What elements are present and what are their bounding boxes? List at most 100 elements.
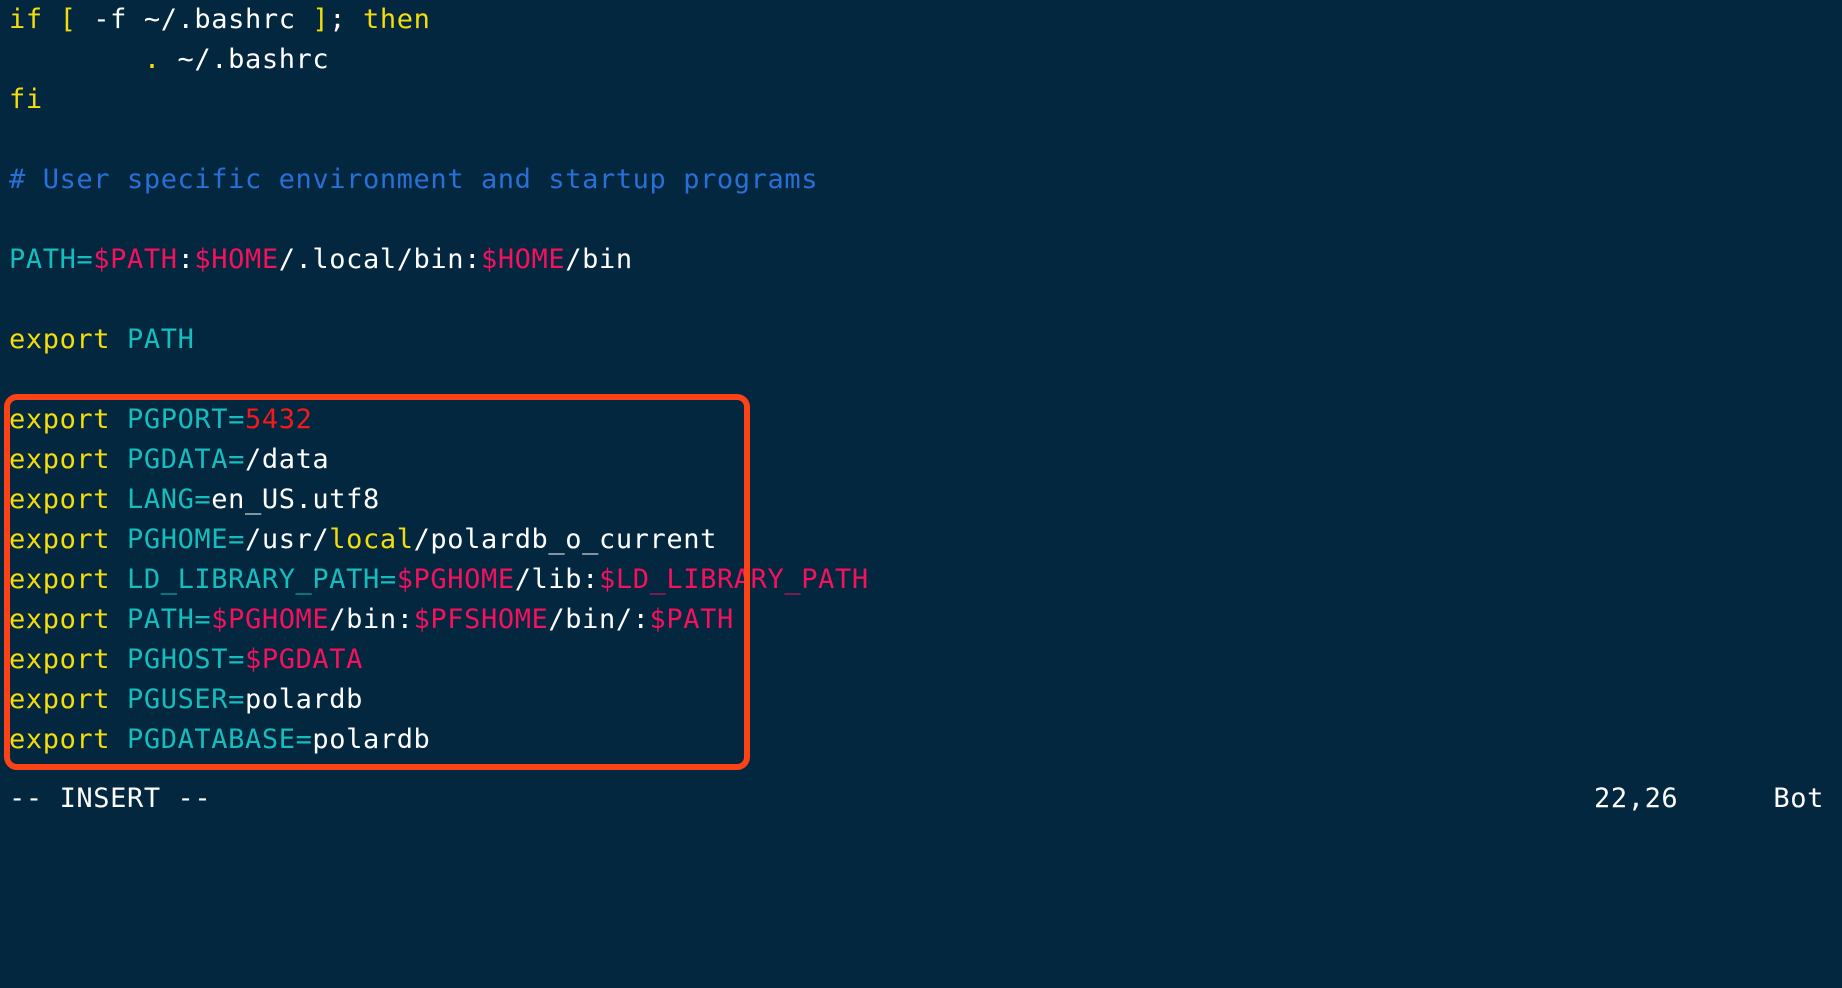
code-token: en_US.utf8 <box>211 484 380 515</box>
code-token: fi <box>9 84 43 115</box>
code-token: $PATH <box>93 244 178 275</box>
code-token: : <box>177 244 195 275</box>
line-export-path: export PATH <box>0 320 1842 360</box>
code-token: local <box>329 524 414 555</box>
code-token: export <box>9 644 111 675</box>
line-export-pgdatabase: export PGDATABASE=polardb <box>0 720 1842 760</box>
code-token: PGDATA <box>127 444 229 475</box>
line-blank-2 <box>0 200 1842 240</box>
code-token: $PGDATA <box>245 644 363 675</box>
code-token: export <box>9 724 111 755</box>
vim-text-buffer[interactable]: if [ -f ~/.bashrc ]; then . ~/.bashrc fi … <box>0 0 1842 760</box>
line-source-bashrc: . ~/.bashrc <box>0 40 1842 80</box>
code-token: /polardb_o_current <box>413 524 717 555</box>
code-token: polardb <box>245 684 363 715</box>
line-export-pghome: export PGHOME=/usr/local/polardb_o_curre… <box>0 520 1842 560</box>
code-token: export <box>9 444 111 475</box>
code-token: export <box>9 484 111 515</box>
code-token: /usr/ <box>245 524 330 555</box>
code-token: PATH <box>9 244 77 275</box>
code-token: . <box>143 44 161 75</box>
code-token: ~/.bashrc <box>160 44 330 75</box>
code-token: PATH <box>127 324 195 355</box>
line-path-assign: PATH=$PATH:$HOME/.local/bin:$HOME/bin <box>0 240 1842 280</box>
line-export-pgdata: export PGDATA=/data <box>0 440 1842 480</box>
code-token: export <box>9 604 111 635</box>
code-token: export <box>9 684 111 715</box>
code-token: $HOME <box>194 244 279 275</box>
code-token: export <box>9 524 111 555</box>
code-token: 5432 <box>245 404 313 435</box>
code-token: = <box>194 484 212 515</box>
line-export-path-pg: export PATH=$PGHOME/bin:$PFSHOME/bin/:$P… <box>0 600 1842 640</box>
line-fi: fi <box>0 80 1842 120</box>
code-token: PGPORT <box>127 404 229 435</box>
code-token: then <box>363 4 431 35</box>
code-token: PGDATABASE <box>127 724 296 755</box>
line-export-pguser: export PGUSER=polardb <box>0 680 1842 720</box>
code-token: PATH <box>127 604 195 635</box>
code-token: = <box>76 244 94 275</box>
code-token: export <box>9 564 111 595</box>
line-export-ld-library-path: export LD_LIBRARY_PATH=$PGHOME/lib:$LD_L… <box>0 560 1842 600</box>
status-scroll-indicator: Bot <box>1773 783 1824 814</box>
code-token: export <box>9 324 111 355</box>
code-token: /bin/: <box>548 604 650 635</box>
status-cursor-position: 22,26 <box>1594 783 1679 814</box>
code-token: = <box>379 564 397 595</box>
status-mode-indicator: -- INSERT -- <box>9 783 212 814</box>
code-token: PGHOST <box>127 644 229 675</box>
line-export-pgport: export PGPORT=5432 <box>0 400 1842 440</box>
line-blank-3 <box>0 280 1842 320</box>
code-token: $PGHOME <box>396 564 515 595</box>
code-token: $LD_LIBRARY_PATH <box>598 564 869 595</box>
code-token: PGHOME <box>127 524 229 555</box>
line-blank-4 <box>0 360 1842 400</box>
code-token: ; <box>329 4 363 35</box>
line-if-bashrc: if [ -f ~/.bashrc ]; then <box>0 0 1842 40</box>
code-token: $PGHOME <box>211 604 330 635</box>
terminal-window: if [ -f ~/.bashrc ]; then . ~/.bashrc fi … <box>0 0 1842 820</box>
code-token: /bin: <box>329 604 414 635</box>
code-token: # User specific environment and startup … <box>9 164 819 195</box>
code-token: = <box>228 404 245 435</box>
code-token: polardb <box>312 724 431 755</box>
code-token: = <box>194 604 212 635</box>
code-token: [ <box>59 4 94 35</box>
code-token: = <box>228 444 245 475</box>
line-comment-user-env: # User specific environment and startup … <box>0 160 1842 200</box>
code-token: $HOME <box>480 244 566 275</box>
line-export-lang: export LANG=en_US.utf8 <box>0 480 1842 520</box>
code-token: /.local/bin: <box>278 244 481 275</box>
code-token: = <box>228 524 245 555</box>
line-export-pghost: export PGHOST=$PGDATA <box>0 640 1842 680</box>
line-blank-1 <box>0 120 1842 160</box>
vim-status-line: -- INSERT -- 22,26 Bot <box>0 778 1842 820</box>
code-token: $PFSHOME <box>413 604 549 635</box>
code-token: LD_LIBRARY_PATH <box>127 564 380 595</box>
code-token: = <box>228 684 245 715</box>
code-token: /data <box>245 444 330 475</box>
code-token: /lib: <box>514 564 599 595</box>
code-token: = <box>228 644 245 675</box>
code-token: -f ~/.bashrc <box>93 4 313 35</box>
code-token: if <box>9 4 60 35</box>
code-token: /bin <box>565 244 633 275</box>
code-token: = <box>295 724 313 755</box>
code-token: ] <box>312 4 330 35</box>
